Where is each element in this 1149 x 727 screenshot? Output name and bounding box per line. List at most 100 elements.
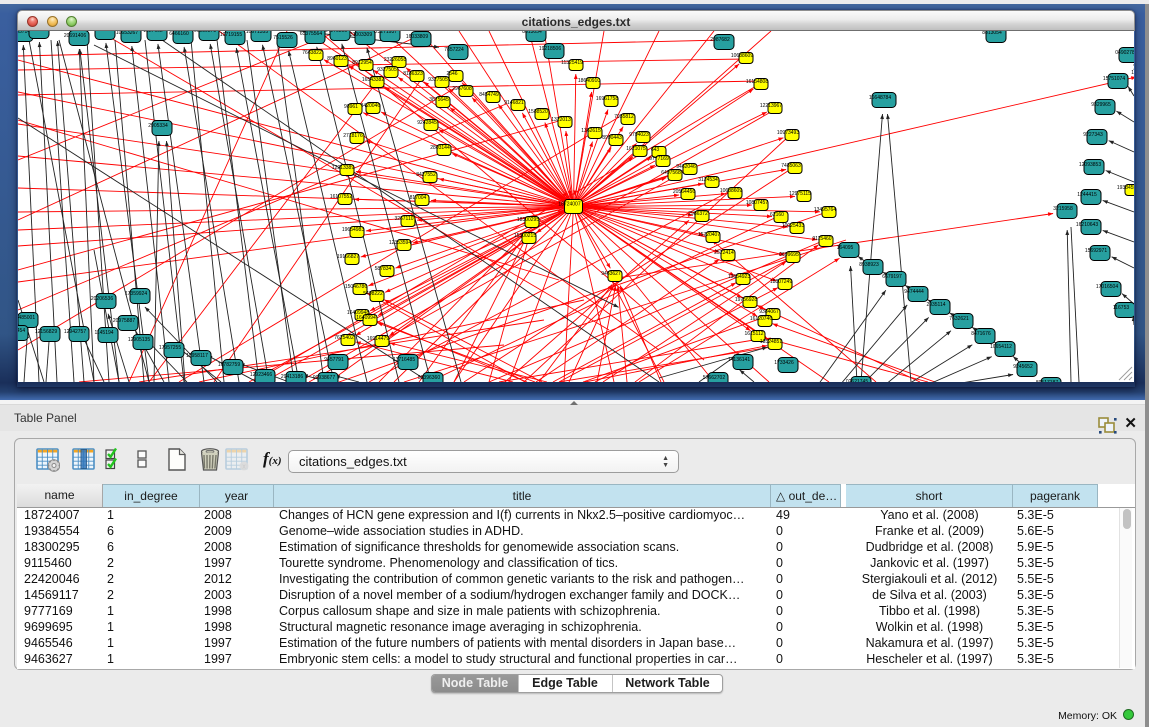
svg-text:7857224: 7857224 bbox=[444, 47, 464, 53]
svg-text:7485063: 7485063 bbox=[781, 163, 801, 169]
svg-text:16648784: 16648784 bbox=[869, 95, 891, 101]
svg-text:7632621: 7632621 bbox=[949, 316, 969, 322]
svg-text:10807457: 10807457 bbox=[746, 200, 768, 206]
svg-text:6679197: 6679197 bbox=[882, 274, 902, 280]
svg-text:9463627: 9463627 bbox=[601, 271, 621, 277]
svg-text:12353594: 12353594 bbox=[389, 240, 411, 246]
svg-text:16154808: 16154808 bbox=[746, 79, 768, 85]
svg-text:16961758: 16961758 bbox=[596, 96, 618, 102]
svg-text:9329965: 9329965 bbox=[1091, 102, 1111, 108]
svg-text:7625402: 7625402 bbox=[334, 335, 354, 341]
svg-text:8813054: 8813054 bbox=[522, 31, 542, 35]
svg-text:2905334: 2905334 bbox=[148, 123, 168, 129]
svg-text:1733426: 1733426 bbox=[774, 360, 794, 366]
svg-text:11325419: 11325419 bbox=[561, 60, 583, 66]
svg-text:16107552: 16107552 bbox=[330, 194, 352, 200]
svg-text:0490278: 0490278 bbox=[1115, 50, 1134, 56]
svg-text:5498222: 5498222 bbox=[363, 291, 383, 297]
svg-text:2522414: 2522414 bbox=[714, 250, 734, 256]
svg-text:6497568: 6497568 bbox=[661, 170, 681, 176]
svg-text:20564456: 20564456 bbox=[673, 189, 695, 195]
svg-text:20975887: 20975887 bbox=[113, 318, 135, 324]
svg-text:10654112: 10654112 bbox=[990, 344, 1012, 350]
svg-text:643: 643 bbox=[651, 147, 660, 153]
svg-text:9327505: 9327505 bbox=[377, 67, 397, 73]
svg-text:89517187: 89517187 bbox=[1036, 380, 1058, 382]
svg-text:57662702: 57662702 bbox=[703, 375, 725, 381]
svg-text:1322013: 1322013 bbox=[551, 117, 571, 123]
svg-text:1362615: 1362615 bbox=[581, 128, 601, 134]
svg-text:9245652: 9245652 bbox=[1013, 364, 1033, 370]
svg-text:19166827: 19166827 bbox=[337, 254, 359, 260]
svg-text:02621745: 02621745 bbox=[846, 379, 868, 382]
svg-text:2967608: 2967608 bbox=[452, 86, 472, 92]
svg-text:10653267: 10653267 bbox=[116, 31, 138, 36]
svg-text:62160: 62160 bbox=[770, 212, 784, 218]
svg-text:14136141: 14136141 bbox=[728, 357, 750, 363]
svg-text:2803144: 2803144 bbox=[430, 145, 450, 151]
svg-text:9457791: 9457791 bbox=[324, 357, 344, 363]
svg-text:6466160: 6466160 bbox=[169, 31, 189, 37]
svg-text:19384554: 19384554 bbox=[1117, 185, 1134, 191]
svg-text:116753: 116753 bbox=[1113, 305, 1130, 311]
svg-text:17957255: 17957255 bbox=[159, 345, 181, 351]
svg-text:9115460: 9115460 bbox=[812, 236, 831, 242]
svg-text:8938923: 8938923 bbox=[859, 262, 879, 268]
svg-text:9462046: 9462046 bbox=[676, 164, 696, 170]
svg-text:18300295: 18300295 bbox=[517, 217, 539, 223]
svg-text:10688609: 10688609 bbox=[731, 53, 753, 59]
svg-text:17359924: 17359924 bbox=[125, 291, 147, 297]
svg-text:12905135: 12905135 bbox=[128, 337, 150, 343]
svg-text:12156829: 12156829 bbox=[35, 329, 57, 335]
svg-text:12923466: 12923466 bbox=[250, 372, 272, 378]
svg-text:53396360: 53396360 bbox=[418, 375, 440, 381]
svg-text:18640910: 18640910 bbox=[578, 78, 600, 84]
svg-text:15300215: 15300215 bbox=[514, 233, 536, 239]
svg-text:10719155: 10719155 bbox=[220, 32, 242, 38]
svg-text:17016504: 17016504 bbox=[1096, 284, 1118, 290]
svg-text:9227343: 9227343 bbox=[1083, 132, 1103, 138]
svg-text:164095: 164095 bbox=[837, 245, 854, 251]
svg-text:8912954: 8912954 bbox=[352, 60, 372, 66]
svg-text:1244415: 1244415 bbox=[1077, 192, 1097, 198]
svg-text:x: x bbox=[242, 464, 246, 471]
svg-text:3875645: 3875645 bbox=[429, 97, 449, 103]
svg-text:12213389: 12213389 bbox=[332, 165, 354, 171]
svg-text:65375564: 65375564 bbox=[300, 31, 322, 37]
svg-text:8186323: 8186323 bbox=[403, 71, 423, 77]
svg-text:16782759: 16782759 bbox=[218, 362, 240, 368]
svg-text:1615112: 1615112 bbox=[744, 331, 763, 337]
svg-text:2935114: 2935114 bbox=[926, 302, 945, 308]
svg-text:8960123: 8960123 bbox=[327, 56, 347, 62]
svg-text:15751074: 15751074 bbox=[1103, 76, 1125, 82]
svg-text:20485001: 20485001 bbox=[18, 315, 35, 321]
svg-text:99938677: 99938677 bbox=[313, 375, 335, 381]
svg-text:12093853: 12093853 bbox=[1079, 162, 1101, 168]
svg-text:16210643: 16210643 bbox=[1076, 222, 1098, 228]
svg-text:2718176: 2718176 bbox=[343, 133, 363, 139]
svg-text:64170805: 64170805 bbox=[325, 31, 347, 34]
svg-text:8813054: 8813054 bbox=[982, 31, 1002, 36]
svg-text:7663822: 7663822 bbox=[302, 50, 322, 56]
svg-text:29413186: 29413186 bbox=[281, 374, 303, 380]
svg-text:1527602: 1527602 bbox=[143, 31, 163, 34]
svg-text:8454749: 8454749 bbox=[479, 92, 499, 98]
svg-text:3124534: 3124534 bbox=[698, 177, 718, 183]
svg-text:12213967: 12213967 bbox=[760, 103, 782, 109]
svg-text:16120746: 16120746 bbox=[750, 316, 772, 322]
svg-text:13524851: 13524851 bbox=[760, 339, 782, 345]
svg-text:2546: 2546 bbox=[446, 71, 457, 77]
svg-text:43455812: 43455812 bbox=[90, 31, 112, 33]
svg-text:19218506: 19218506 bbox=[539, 46, 561, 52]
svg-text:7515526: 7515526 bbox=[273, 35, 293, 41]
svg-text:7955812: 7955812 bbox=[614, 114, 634, 120]
svg-text:23226058: 23226058 bbox=[384, 57, 406, 63]
svg-text:9794023: 9794023 bbox=[629, 132, 649, 138]
svg-text:15692971: 15692971 bbox=[1085, 248, 1107, 254]
svg-text:12975115: 12975115 bbox=[789, 191, 811, 197]
svg-text:10973493: 10973493 bbox=[777, 130, 799, 136]
svg-text:1322013: 1322013 bbox=[1131, 70, 1134, 76]
svg-text:8427552: 8427552 bbox=[416, 172, 436, 178]
svg-text:13654923: 13654923 bbox=[728, 274, 750, 280]
svg-text:9146821: 9146821 bbox=[504, 100, 524, 106]
